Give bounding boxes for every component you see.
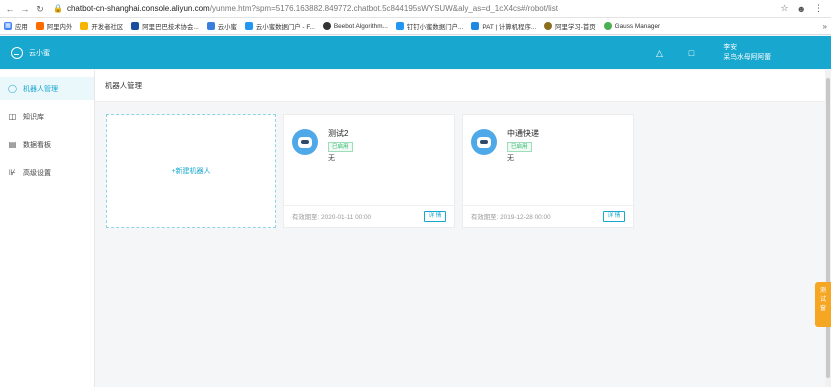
user-org: 呆鸟水母阿阿蕾 bbox=[723, 53, 771, 61]
bookmark-item[interactable]: 开发者社区 bbox=[80, 22, 123, 31]
app-logo[interactable]: 云小蜜 bbox=[0, 46, 95, 59]
bookmark-item[interactable]: 阿里内外 bbox=[35, 22, 72, 31]
status-badge: 已启用 bbox=[328, 142, 353, 152]
address-bar[interactable]: 🔒 chatbot-cn-shanghai.console.aliyun.com… bbox=[49, 2, 780, 16]
bookmark-icon bbox=[603, 22, 612, 30]
logo-icon bbox=[11, 46, 23, 59]
bookmark-apps[interactable]: ▦ 应用 bbox=[4, 22, 28, 31]
scrollbar-thumb[interactable] bbox=[826, 78, 830, 378]
url-host: chatbot-cn-shanghai.console.aliyun.com bbox=[66, 4, 210, 13]
bookmark-item[interactable]: Gauss Manager bbox=[603, 22, 660, 30]
bot-description: 无 bbox=[328, 155, 335, 162]
page-title: 机器人管理 bbox=[95, 70, 826, 102]
bell-icon[interactable]: △ bbox=[651, 45, 667, 61]
robot-avatar-icon bbox=[292, 129, 318, 155]
app-header: 云小蜜 △ □ 李安 呆鸟水母阿阿蕾 bbox=[0, 36, 831, 69]
sidebar-item-label: 数据看板 bbox=[23, 141, 51, 149]
bookmarks-bar: ▦ 应用 阿里内外 开发者社区 阿里巴巴技术协会... 云小蜜 云小蜜数据门户 -… bbox=[0, 18, 831, 35]
browser-toolbar: ← → ↻ 🔒 chatbot-cn-shanghai.console.aliy… bbox=[0, 0, 831, 18]
chart-icon: ▤ bbox=[8, 140, 17, 149]
main-content: 机器人管理 +新建机器人 测试2 已启用 无 有效期至: 2020-01-11 … bbox=[95, 70, 826, 387]
reload-icon[interactable]: ↻ bbox=[34, 3, 46, 15]
user-name: 李安 bbox=[723, 43, 738, 51]
bookmark-icon bbox=[544, 22, 553, 30]
menu-icon[interactable]: ⋮ bbox=[814, 3, 823, 14]
bookmark-icon bbox=[471, 22, 480, 30]
folder-icon bbox=[80, 22, 89, 30]
bookmark-icon bbox=[131, 22, 140, 30]
test-window-label: 测试窗 bbox=[819, 288, 826, 312]
bookmark-item[interactable]: 钉钉小蜜数据门户... bbox=[395, 22, 463, 31]
settings-icon: ⊮ bbox=[9, 168, 16, 177]
bookmark-item[interactable]: PAT | 计算机程序... bbox=[471, 22, 536, 31]
lock-icon: 🔒 bbox=[53, 4, 63, 13]
test-window-tab[interactable]: 测试窗 bbox=[815, 282, 831, 327]
document-icon[interactable]: □ bbox=[683, 45, 699, 61]
details-button[interactable]: 详 情 bbox=[603, 211, 625, 222]
bookmark-item[interactable]: 云小蜜数据门户 - F... bbox=[244, 22, 315, 31]
more-bookmarks-icon[interactable]: » bbox=[823, 22, 827, 31]
bot-name: 中通快递 bbox=[507, 129, 539, 138]
sidebar-item-label: 机器人管理 bbox=[23, 85, 58, 93]
profile-icon[interactable]: ☻ bbox=[797, 4, 806, 14]
app-name: 云小蜜 bbox=[29, 49, 50, 57]
bot-name: 测试2 bbox=[328, 129, 349, 138]
details-button[interactable]: 详 情 bbox=[424, 211, 446, 222]
bookmark-icon bbox=[206, 22, 215, 30]
github-icon bbox=[322, 22, 331, 30]
bookmark-item[interactable]: Beebot Algorithm... bbox=[322, 22, 388, 30]
sidebar-item-robot-management[interactable]: ◯ 机器人管理 bbox=[0, 77, 94, 100]
bookmark-item[interactable]: 云小蜜 bbox=[206, 22, 237, 31]
bot-card[interactable]: 测试2 已启用 无 有效期至: 2020-01-11 00:00 详 情 bbox=[283, 114, 455, 228]
bookmark-icon bbox=[35, 22, 44, 30]
robot-avatar-icon bbox=[471, 129, 497, 155]
status-badge: 已启用 bbox=[507, 142, 532, 152]
sidebar-item-label: 高级设置 bbox=[23, 169, 51, 177]
bot-description: 无 bbox=[507, 155, 514, 162]
url-path: /yunme.htm?spm=5176.163882.849772.chatbo… bbox=[209, 4, 558, 13]
new-bot-button[interactable]: +新建机器人 bbox=[106, 114, 276, 228]
sidebar-item-dashboard[interactable]: ▤ 数据看板 bbox=[0, 133, 94, 156]
bookmark-icon bbox=[395, 22, 404, 30]
bot-card[interactable]: 中通快递 已启用 无 有效期至: 2019-12-28 00:00 详 情 bbox=[462, 114, 634, 228]
sidebar-item-knowledge-base[interactable]: ◫ 知识库 bbox=[0, 105, 94, 128]
bookmark-item[interactable]: 阿里巴巴技术协会... bbox=[131, 22, 199, 31]
star-icon[interactable]: ☆ bbox=[780, 3, 788, 14]
bookmark-item[interactable]: 阿里学习-首页 bbox=[544, 22, 596, 31]
bot-expiry: 有效期至: 2020-01-11 00:00 bbox=[292, 214, 372, 221]
bookmark-icon bbox=[244, 22, 253, 30]
bot-expiry: 有效期至: 2019-12-28 00:00 bbox=[471, 214, 551, 221]
sidebar: ◯ 机器人管理 ◫ 知识库 ▤ 数据看板 ⊮ 高级设置 bbox=[0, 70, 95, 387]
back-icon[interactable]: ← bbox=[4, 3, 16, 15]
bot-card-list: +新建机器人 测试2 已启用 无 有效期至: 2020-01-11 00:00 … bbox=[106, 114, 634, 228]
sidebar-item-label: 知识库 bbox=[23, 113, 44, 121]
robot-icon: ◯ bbox=[8, 84, 17, 93]
sidebar-item-advanced-settings[interactable]: ⊮ 高级设置 bbox=[0, 161, 94, 184]
apps-icon: ▦ bbox=[4, 22, 12, 30]
scrollbar[interactable] bbox=[825, 70, 831, 387]
forward-icon[interactable]: → bbox=[19, 3, 31, 15]
book-icon: ◫ bbox=[8, 112, 17, 121]
user-menu[interactable]: 李安 呆鸟水母阿阿蕾 bbox=[723, 43, 771, 63]
